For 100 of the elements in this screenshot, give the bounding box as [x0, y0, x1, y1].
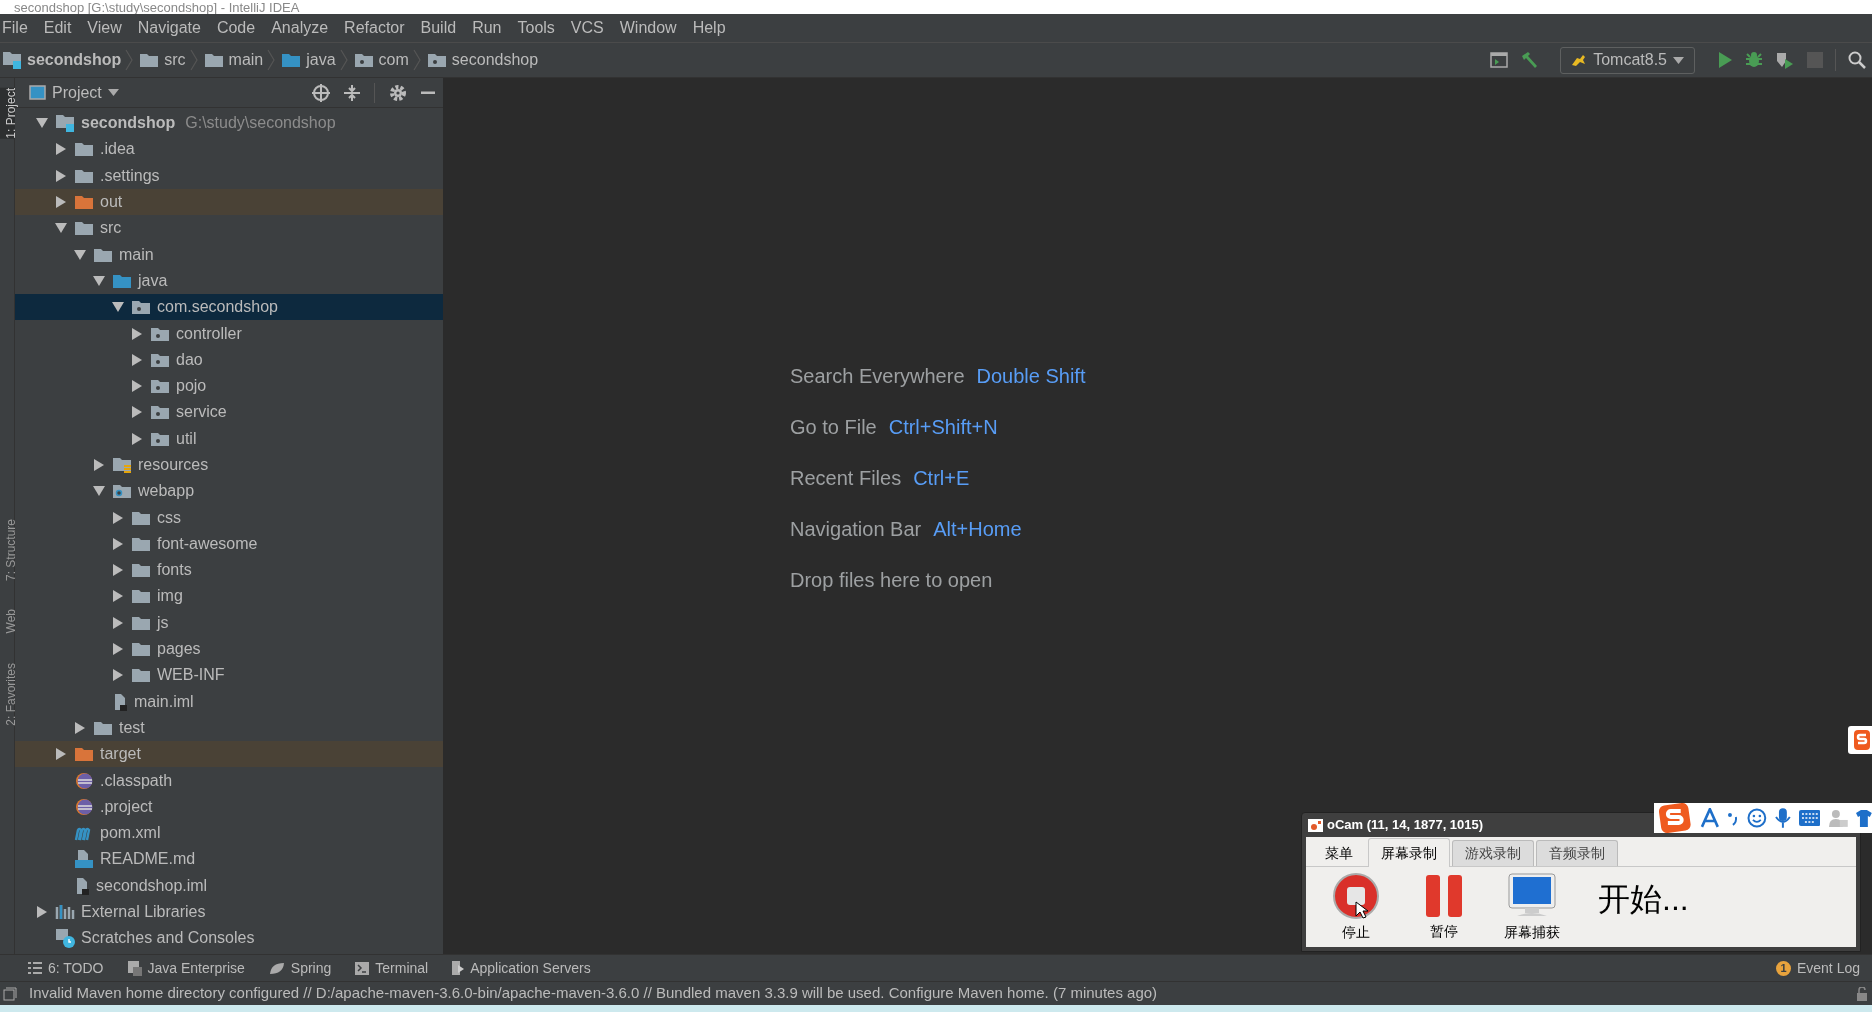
menu-item[interactable]: Tools: [509, 16, 563, 40]
collapse-arrow-icon[interactable]: [36, 118, 48, 129]
tool-window-tab[interactable]: Application Servers: [452, 957, 591, 979]
recorder-tab[interactable]: 屏幕录制: [1368, 838, 1450, 867]
tree-item[interactable]: main.iml: [15, 688, 194, 715]
panel-toggle-icon[interactable]: [3, 986, 17, 1001]
tree-item[interactable]: .project: [15, 793, 153, 820]
tree-item[interactable]: secondshop G:\study\secondshop: [15, 110, 336, 137]
collapse-icon[interactable]: [344, 83, 360, 102]
caret-icon[interactable]: [107, 89, 119, 96]
expand-arrow-icon[interactable]: [56, 196, 66, 209]
collapse-arrow-icon[interactable]: [93, 486, 105, 497]
tree-item[interactable]: js: [15, 609, 169, 636]
expand-arrow-icon[interactable]: [56, 169, 66, 182]
expand-arrow-icon[interactable]: [113, 643, 123, 656]
expand-arrow-icon[interactable]: [56, 143, 66, 156]
shirt-icon[interactable]: [1856, 809, 1872, 827]
project-view-dropdown[interactable]: Project: [52, 80, 102, 105]
tree-item[interactable]: util: [15, 425, 197, 452]
collapse-arrow-icon[interactable]: [112, 302, 124, 313]
tool-window-tab[interactable]: 2: Favorites: [0, 663, 15, 726]
keyboard-icon[interactable]: [1798, 810, 1821, 826]
breadcrumb[interactable]: src: [137, 42, 186, 78]
minimize-icon[interactable]: [421, 90, 435, 95]
recorder-tab[interactable]: 音频录制: [1536, 840, 1618, 866]
console-icon[interactable]: [1490, 52, 1509, 68]
coverage-icon[interactable]: [1775, 51, 1795, 69]
event-log-button[interactable]: 1 Event Log: [1775, 957, 1872, 979]
tool-window-tab[interactable]: 6: TODO: [28, 957, 104, 979]
expand-arrow-icon[interactable]: [113, 616, 123, 629]
run-configuration-dropdown[interactable]: Tomcat8.5: [1560, 46, 1695, 74]
breadcrumb[interactable]: java: [279, 42, 336, 78]
tree-item[interactable]: pom.xml: [15, 820, 161, 847]
tool-window-tab[interactable]: Terminal: [355, 957, 429, 979]
tree-item[interactable]: pages: [15, 635, 201, 663]
expand-arrow-icon[interactable]: [113, 590, 123, 603]
collapse-arrow-icon[interactable]: [74, 249, 86, 260]
tree-item[interactable]: Scratches and Consoles: [15, 925, 255, 952]
recorder-button[interactable]: 停止: [1326, 871, 1386, 943]
expand-arrow-icon[interactable]: [132, 432, 142, 445]
tree-item[interactable]: .classpath: [15, 767, 173, 794]
settings-icon[interactable]: [389, 83, 407, 102]
tree-item[interactable]: font-awesome: [15, 530, 258, 558]
recorder-tab[interactable]: 菜单: [1312, 840, 1366, 866]
expand-arrow-icon[interactable]: [132, 353, 142, 366]
bug-icon[interactable]: [1745, 51, 1763, 69]
tree-item[interactable]: pojo: [15, 372, 207, 400]
tree-item[interactable]: README.md: [15, 846, 196, 873]
tree-item[interactable]: fonts: [15, 557, 192, 584]
tree-item[interactable]: WEB-INF: [15, 662, 225, 689]
tree-item[interactable]: src: [15, 215, 122, 242]
tree-item[interactable]: img: [15, 583, 183, 610]
breadcrumb[interactable]: secondshop: [0, 42, 122, 78]
menu-item[interactable]: File: [0, 16, 36, 40]
expand-arrow-icon[interactable]: [113, 537, 123, 550]
expand-arrow-icon[interactable]: [132, 380, 142, 393]
recorder-button[interactable]: 暂停: [1414, 872, 1474, 942]
menu-item[interactable]: Code: [208, 16, 264, 40]
letter-mode-icon[interactable]: [1699, 808, 1720, 828]
tree-item[interactable]: secondshop.iml: [15, 872, 208, 899]
tool-window-tab[interactable]: Java Enterprise: [127, 957, 245, 979]
tree-item[interactable]: .settings: [15, 162, 160, 189]
tree-item[interactable]: css: [15, 504, 181, 531]
expand-arrow-icon[interactable]: [113, 564, 123, 577]
run-icon[interactable]: [1717, 51, 1733, 69]
menu-item[interactable]: View: [79, 16, 130, 40]
tool-window-tab[interactable]: Spring: [268, 957, 332, 979]
menu-item[interactable]: Navigate: [129, 16, 209, 40]
lock-icon[interactable]: [1856, 986, 1868, 1001]
tree-item[interactable]: webapp: [15, 478, 195, 505]
breadcrumb[interactable]: secondshop: [424, 42, 539, 78]
collapse-arrow-icon[interactable]: [93, 275, 105, 286]
collapse-arrow-icon[interactable]: [55, 223, 67, 234]
breadcrumb[interactable]: com: [351, 42, 409, 78]
tree-item[interactable]: controller: [15, 320, 242, 347]
expand-arrow-icon[interactable]: [37, 906, 47, 919]
recorder-tab[interactable]: 游戏录制: [1452, 840, 1534, 866]
smiley-icon[interactable]: [1747, 808, 1767, 828]
menu-item[interactable]: Refactor: [336, 16, 413, 40]
target-icon[interactable]: [312, 83, 330, 102]
tree-item[interactable]: resources: [15, 451, 209, 479]
menu-item[interactable]: Help: [684, 16, 734, 40]
tree-item[interactable]: service: [15, 399, 227, 426]
expand-arrow-icon[interactable]: [113, 511, 123, 524]
menu-item[interactable]: Window: [611, 16, 685, 40]
recorder-button[interactable]: 屏幕捕获: [1502, 871, 1562, 943]
menu-item[interactable]: Analyze: [263, 16, 337, 40]
expand-arrow-icon[interactable]: [132, 406, 142, 419]
expand-arrow-icon[interactable]: [132, 327, 142, 340]
microphone-icon[interactable]: [1774, 807, 1791, 829]
tree-item[interactable]: .idea: [15, 136, 135, 163]
expand-arrow-icon[interactable]: [94, 459, 104, 471]
search-icon[interactable]: [1848, 51, 1866, 69]
tree-item[interactable]: main: [15, 241, 154, 268]
expand-arrow-icon[interactable]: [113, 669, 123, 682]
tool-window-tab[interactable]: 7: Structure: [0, 518, 15, 581]
expand-arrow-icon[interactable]: [75, 721, 85, 734]
tree-item[interactable]: test: [15, 714, 145, 742]
breadcrumb[interactable]: main: [201, 42, 264, 78]
tree-item[interactable]: java: [15, 267, 168, 295]
